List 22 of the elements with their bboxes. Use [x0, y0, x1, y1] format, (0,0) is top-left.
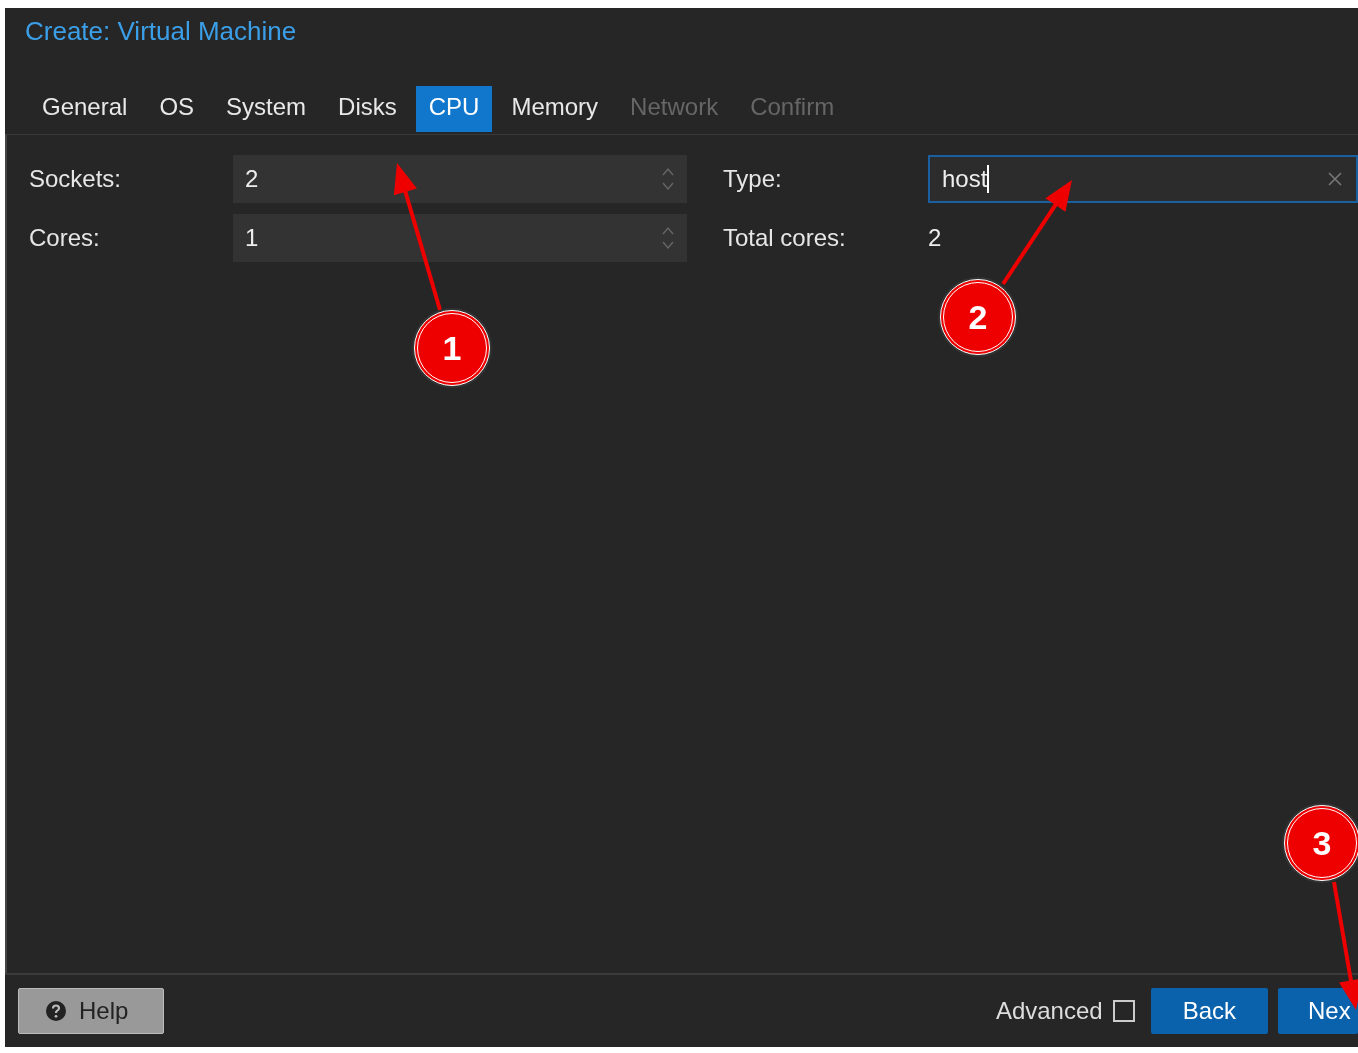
clear-icon[interactable]: [1326, 170, 1344, 188]
nav-button[interactable]: Back: [1150, 988, 1268, 1034]
field-label: Total cores:: [723, 224, 847, 252]
number-field[interactable]: 1: [233, 214, 687, 262]
field-label: Sockets:: [29, 165, 123, 193]
number-field[interactable]: 2: [233, 155, 687, 203]
nav-button[interactable]: Nex: [1278, 988, 1358, 1034]
tab[interactable]: Disks: [325, 86, 410, 132]
type-field[interactable]: host: [928, 155, 1358, 203]
tab[interactable]: CPU: [415, 86, 493, 132]
help-button[interactable]: Help: [18, 988, 164, 1034]
help-icon: [45, 1000, 67, 1022]
tab[interactable]: OS: [146, 86, 208, 132]
window-title: Create: Virtual Machine: [24, 15, 298, 48]
total-cores-value: 2: [928, 224, 942, 252]
advanced-checkbox[interactable]: [1112, 1000, 1135, 1022]
tab[interactable]: System: [213, 86, 320, 132]
field-label: Type:: [723, 165, 783, 193]
advanced-label: Advanced: [995, 997, 1103, 1025]
field-label: Cores:: [29, 224, 101, 252]
tab[interactable]: General: [29, 86, 141, 132]
tab[interactable]: Memory: [498, 86, 612, 132]
